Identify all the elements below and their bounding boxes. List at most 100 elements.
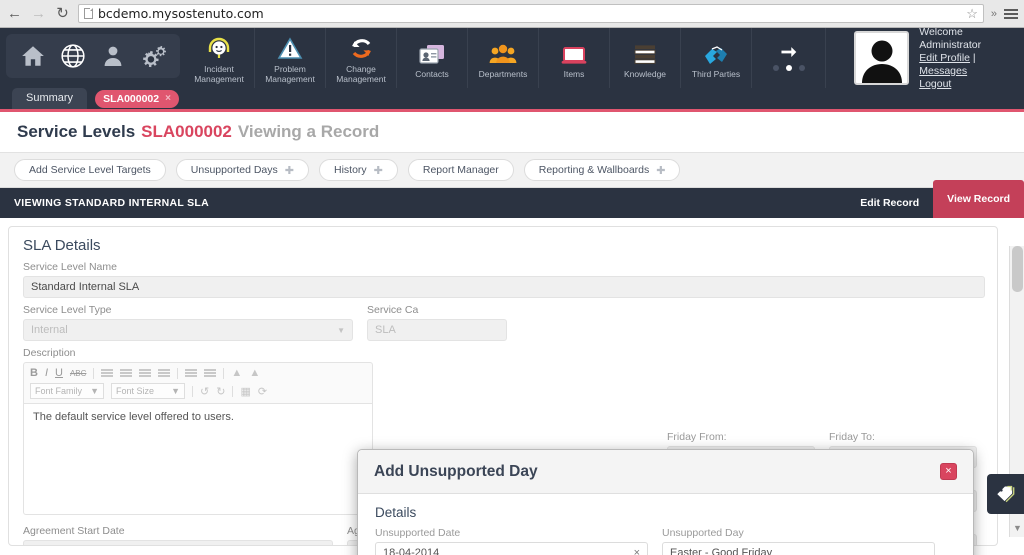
service-level-name-field[interactable]: Standard Internal SLA	[23, 276, 985, 298]
home-icon[interactable]	[16, 38, 50, 74]
report-manager-button[interactable]: Report Manager	[407, 159, 514, 181]
overflow-chevron-icon[interactable]: »	[991, 8, 997, 20]
font-size-select[interactable]: Font Size ▼	[111, 383, 185, 399]
user-avatar-icon[interactable]	[854, 31, 910, 85]
bullet-list-icon[interactable]	[204, 369, 217, 377]
service-level-type-label: Service Level Type	[23, 304, 112, 316]
action-label: History	[333, 164, 367, 176]
nav-item-items[interactable]: Items	[539, 28, 610, 88]
description-editor-body[interactable]: The default service level offered to use…	[23, 403, 373, 515]
background-color-icon[interactable]: ▲	[249, 367, 260, 379]
reporting-wallboards-button[interactable]: Reporting & Wallboards ✚	[523, 159, 681, 181]
messages-link[interactable]: Messages	[919, 65, 967, 77]
chevron-down-icon: ▼	[337, 325, 345, 335]
align-justify-icon[interactable]	[158, 369, 171, 377]
edit-profile-link[interactable]: Edit Profile	[919, 52, 970, 64]
globe-icon[interactable]	[56, 38, 90, 74]
service-category-field[interactable]: SLA	[367, 319, 507, 341]
add-unsupported-day-modal: Add Unsupported Day × Details Unsupporte…	[357, 449, 974, 555]
scroll-down-arrow-icon[interactable]: ▼	[1013, 523, 1022, 533]
nav-item-change-management[interactable]: Change Management	[326, 28, 397, 88]
close-icon[interactable]: ×	[165, 93, 171, 105]
plus-icon: ✚	[373, 164, 383, 177]
browser-toolbar: ← → ↻ bcdemo.mysostenuto.com ☆ »	[0, 0, 1024, 28]
clear-format-icon[interactable]: ⟳	[258, 385, 267, 398]
agreement-start-date-label: Agreement Start Date	[23, 525, 125, 537]
bold-icon[interactable]: B	[30, 367, 38, 379]
unsupported-date-field[interactable]: 18-04-2014 ×	[375, 542, 648, 555]
nav-item-incident-management[interactable]: Incident Management	[184, 28, 255, 88]
unsupported-date-value: 18-04-2014	[383, 547, 440, 555]
nav-label-incident: Incident Management	[194, 64, 244, 84]
nav-item-contacts[interactable]: Contacts	[397, 28, 468, 88]
italic-icon[interactable]: I	[45, 367, 48, 379]
font-family-select[interactable]: Font Family ▼	[30, 383, 104, 399]
tab-record-sla000002[interactable]: SLA000002 ×	[95, 90, 179, 108]
hamburger-menu-icon[interactable]	[1004, 8, 1018, 19]
modal-title: Add Unsupported Day	[374, 462, 538, 480]
star-icon[interactable]: ☆	[966, 6, 978, 22]
nav-item-departments[interactable]: Departments	[468, 28, 539, 88]
page-title: Service Levels SLA000002 Viewing a Recor…	[0, 112, 1024, 152]
align-left-icon[interactable]	[101, 369, 114, 377]
pager-dot-2-active[interactable]	[785, 64, 792, 71]
action-button-row: Add Service Level Targets Unsupported Da…	[0, 152, 1024, 188]
history-button[interactable]: History ✚	[318, 159, 398, 181]
nav-item-third-parties[interactable]: Third Parties	[681, 28, 752, 88]
page-title-code: SLA000002	[141, 122, 232, 141]
address-bar[interactable]: bcdemo.mysostenuto.com ☆	[78, 4, 984, 23]
modal-section-heading: Details	[375, 505, 417, 520]
section-title: VIEWING STANDARD INTERNAL SLA	[14, 197, 209, 209]
description-label: Description	[23, 347, 76, 359]
clear-icon[interactable]: ×	[634, 547, 640, 555]
agreement-start-date-field[interactable]	[23, 540, 333, 545]
tag-label-icon[interactable]	[987, 474, 1024, 514]
close-icon[interactable]: ×	[940, 463, 957, 480]
back-arrow-icon[interactable]: ←	[6, 5, 23, 22]
scrollbar-thumb[interactable]	[1012, 246, 1023, 292]
record-section-header: VIEWING STANDARD INTERNAL SLA Edit Recor…	[0, 180, 1024, 218]
strikethrough-icon[interactable]: ABC	[70, 369, 86, 378]
align-center-icon[interactable]	[120, 369, 133, 377]
insert-image-icon[interactable]: ▦	[240, 385, 250, 398]
align-right-icon[interactable]	[139, 369, 152, 377]
nav-label-third-parties: Third Parties	[691, 69, 741, 79]
pager-dot-1[interactable]	[772, 64, 779, 71]
tab-strip: Summary SLA000002 ×	[0, 88, 1024, 112]
gears-icon[interactable]	[136, 38, 170, 74]
pager-dot-3[interactable]	[798, 64, 805, 71]
right-arrow-icon[interactable]: ➞	[781, 43, 797, 62]
sla-details-heading: SLA Details	[23, 237, 101, 254]
tab-summary[interactable]: Summary	[12, 88, 88, 109]
unsupported-days-button[interactable]: Unsupported Days ✚	[175, 159, 309, 181]
unsupported-date-label: Unsupported Date	[375, 527, 461, 539]
laptop-icon	[560, 41, 588, 67]
logout-link[interactable]: Logout	[919, 78, 951, 90]
service-level-type-select[interactable]: Internal ▼	[23, 319, 353, 341]
modal-body: Details Unsupported Date 18-04-2014 × Un…	[358, 494, 973, 555]
divider	[93, 367, 95, 379]
forward-arrow-icon[interactable]: →	[30, 5, 47, 22]
nav-item-problem-management[interactable]: Problem Management	[255, 28, 326, 88]
record-content: SLA Details Service Level Name Standard …	[0, 218, 1024, 555]
unsupported-day-field[interactable]: Easter - Good Friday	[662, 542, 935, 555]
text-color-icon[interactable]: ▲	[231, 367, 242, 379]
reload-icon[interactable]: ↻	[54, 5, 71, 22]
font-family-label: Font Family	[35, 386, 83, 396]
numbered-list-icon[interactable]	[185, 369, 198, 377]
divider	[232, 385, 234, 397]
nav-item-knowledge[interactable]: Knowledge	[610, 28, 681, 88]
record-mode-tabs: Edit Record View Record	[846, 180, 1024, 218]
view-record-tab[interactable]: View Record	[933, 180, 1024, 218]
user-icon[interactable]	[96, 38, 130, 74]
redo-icon[interactable]: ↻	[216, 385, 225, 398]
page-title-main: Service Levels	[17, 122, 136, 141]
service-category-label: Service Ca	[367, 304, 419, 316]
add-service-level-targets-button[interactable]: Add Service Level Targets	[14, 159, 166, 181]
nav-pager[interactable]: ➞	[752, 28, 827, 88]
underline-icon[interactable]: U	[55, 367, 63, 379]
edit-record-tab[interactable]: Edit Record	[846, 188, 933, 218]
nav-label-knowledge: Knowledge	[623, 69, 667, 79]
undo-icon[interactable]: ↺	[200, 385, 209, 398]
unsupported-day-label: Unsupported Day	[662, 527, 744, 539]
